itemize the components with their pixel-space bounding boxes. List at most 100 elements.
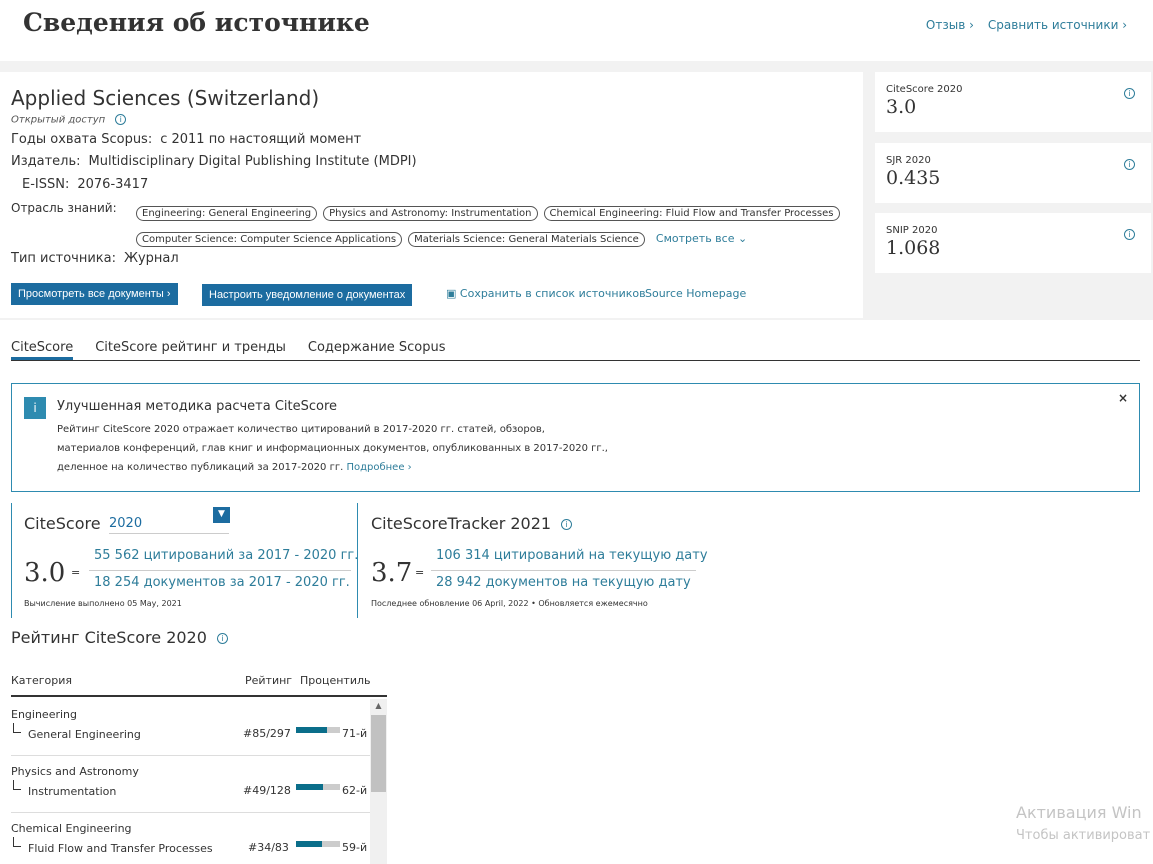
tab-citescore[interactable]: CiteScore bbox=[11, 340, 74, 360]
publisher-row: Издатель: Multidisciplinary Digital Publi… bbox=[11, 154, 417, 169]
tree-connector bbox=[13, 780, 21, 790]
subject-chip[interactable]: Physics and Astronomy: Instrumentation bbox=[323, 206, 538, 221]
table-row[interactable]: Engineering General Engineering #85/297 … bbox=[11, 699, 370, 756]
category-name: Physics and Astronomy bbox=[11, 765, 139, 778]
feedback-label: Отзыв bbox=[925, 18, 966, 32]
subject-chip[interactable]: Computer Science: Computer Science Appli… bbox=[136, 232, 403, 247]
citations-link[interactable]: 55 562 цитирований за 2017 - 2020 гг. bbox=[94, 548, 358, 563]
info-icon[interactable]: i bbox=[216, 633, 228, 644]
subject-area-label: Отрасль знаний: bbox=[11, 201, 117, 215]
notice-title: Улучшенная методика расчета CiteScore bbox=[57, 399, 338, 414]
tab-scopus-content[interactable]: Содержание Scopus bbox=[308, 340, 446, 360]
scroll-up-arrow-icon[interactable]: ▲ bbox=[370, 699, 387, 713]
source-type-label: Тип источника: bbox=[11, 251, 116, 266]
source-type-value: Журнал bbox=[123, 251, 179, 266]
rank-value: #85/297 bbox=[243, 727, 291, 740]
windows-activation-watermark: Активация Win bbox=[1016, 803, 1142, 822]
column-header-category: Категория bbox=[11, 674, 72, 687]
subject-chips-row-1: Engineering: General Engineering Physics … bbox=[136, 201, 846, 221]
category-name: Engineering bbox=[11, 708, 77, 721]
subject-chips-row-2: Computer Science: Computer Science Appli… bbox=[136, 227, 747, 247]
percentile-bar bbox=[296, 727, 340, 733]
equals-sign: = bbox=[415, 566, 425, 579]
info-icon[interactable]: i bbox=[1124, 229, 1135, 240]
tracker-documents-link[interactable]: 28 942 документов на текущую дату bbox=[436, 575, 691, 590]
rank-value: #49/128 bbox=[243, 784, 291, 797]
documents-link[interactable]: 18 254 документов за 2017 - 2020 гг. bbox=[94, 575, 350, 590]
save-list-label: Сохранить в список источников bbox=[459, 287, 646, 300]
save-to-source-list-link[interactable]: ▣ Сохранить в список источников bbox=[446, 287, 646, 300]
subcategory-name: Instrumentation bbox=[28, 785, 117, 798]
scrollbar[interactable]: ▲ bbox=[370, 699, 387, 864]
see-all-link[interactable]: Смотреть все ⌄ bbox=[656, 232, 747, 245]
citescore-tracker-box: CiteScoreTracker 2021 i 3.7 = 106 314 цит… bbox=[359, 503, 759, 618]
see-all-label: Смотреть все bbox=[655, 232, 735, 245]
scroll-thumb[interactable] bbox=[371, 715, 386, 792]
source-type-row: Тип источника: Журнал bbox=[11, 251, 179, 266]
notice-text: Рейтинг CiteScore 2020 отражает количест… bbox=[57, 424, 545, 435]
compare-label: Сравнить источники bbox=[987, 18, 1119, 32]
ranking-title-text: Рейтинг CiteScore 2020 bbox=[11, 628, 207, 647]
percentile-bar-fill bbox=[296, 841, 322, 847]
source-title: Applied Sciences (Switzerland) bbox=[11, 86, 320, 110]
coverage-value: с 2011 по настоящий момент bbox=[160, 132, 362, 147]
eissn-value: 2076-3417 bbox=[77, 177, 149, 192]
subcategory-name: General Engineering bbox=[28, 728, 141, 741]
compare-sources-link[interactable]: Сравнить источники › bbox=[988, 18, 1127, 32]
tab-bar: CiteScore CiteScore рейтинг и тренды Сод… bbox=[11, 340, 1140, 361]
read-more-label: Подробнее bbox=[346, 462, 405, 473]
feedback-link[interactable]: Отзыв › bbox=[926, 18, 974, 32]
table-row[interactable]: Chemical Engineering Fluid Flow and Tran… bbox=[11, 813, 370, 864]
info-icon[interactable]: i bbox=[561, 519, 573, 530]
metric-card-citescore: CiteScore 2020 3.0 i bbox=[875, 72, 1151, 132]
chevron-down-icon[interactable]: ▼ bbox=[213, 507, 230, 523]
notice-text: деленное на количество публикаций за 201… bbox=[57, 462, 412, 473]
notice-text: материалов конференций, глав книг и инфо… bbox=[57, 443, 608, 454]
tab-citescore-rank-trends[interactable]: CiteScore рейтинг и тренды bbox=[95, 340, 286, 360]
subcategory-name: Fluid Flow and Transfer Processes bbox=[28, 842, 213, 855]
read-more-link[interactable]: Подробнее › bbox=[346, 462, 411, 473]
eissn-row: E-ISSN: 2076-3417 bbox=[22, 177, 148, 192]
header-bar: Сведения об источнике Отзыв › Сравнить и… bbox=[0, 0, 1153, 61]
subject-chip[interactable]: Chemical Engineering: Fluid Flow and Tra… bbox=[543, 206, 840, 221]
source-homepage-link[interactable]: Source Homepage bbox=[645, 287, 746, 300]
ranking-rows: Engineering General Engineering #85/297 … bbox=[11, 699, 370, 864]
open-access-label: Открытый доступ i bbox=[11, 114, 127, 126]
source-info-panel: Applied Sciences (Switzerland) Открытый … bbox=[0, 72, 863, 318]
metric-value: 1.068 bbox=[886, 237, 941, 259]
tracker-title: CiteScoreTracker 2021 i bbox=[371, 514, 573, 533]
notice-text-line: деленное на количество публикаций за 201… bbox=[57, 462, 344, 473]
percentile-value: 62-й bbox=[342, 784, 368, 797]
percentile-value: 59-й bbox=[342, 841, 368, 854]
table-row[interactable]: Physics and Astronomy Instrumentation #4… bbox=[11, 756, 370, 813]
update-note: Последнее обновление 06 April, 2022 • Об… bbox=[371, 599, 648, 608]
info-icon[interactable]: i bbox=[115, 114, 127, 125]
main-content: CiteScore CiteScore рейтинг и тренды Сод… bbox=[0, 320, 1153, 864]
view-docs-label: Просмотреть все документы bbox=[18, 288, 164, 300]
info-icon[interactable]: i bbox=[1124, 159, 1135, 170]
info-icon[interactable]: i bbox=[1124, 88, 1135, 99]
tracker-citations-link[interactable]: 106 314 цитирований на текущую дату bbox=[436, 548, 708, 563]
view-all-documents-button[interactable]: Просмотреть все документы › bbox=[11, 283, 178, 305]
metric-label: SNIP 2020 bbox=[886, 225, 938, 236]
chevron-down-icon: ⌄ bbox=[737, 232, 748, 245]
metric-label: SJR 2020 bbox=[886, 155, 931, 166]
category-name: Chemical Engineering bbox=[11, 822, 132, 835]
close-icon[interactable]: × bbox=[1118, 391, 1128, 405]
set-document-alert-button[interactable]: Настроить уведомление о документах bbox=[202, 284, 413, 306]
metric-label: CiteScore 2020 bbox=[886, 84, 963, 95]
methodology-notice: i Улучшенная методика расчета CiteScore … bbox=[11, 383, 1140, 492]
metric-card-snip: SNIP 2020 1.068 i bbox=[875, 213, 1151, 273]
subject-chip[interactable]: Engineering: General Engineering bbox=[136, 206, 318, 221]
ranking-title: Рейтинг CiteScore 2020 i bbox=[11, 628, 228, 647]
publisher-value: Multidisciplinary Digital Publishing Ins… bbox=[88, 154, 417, 169]
tree-connector bbox=[13, 837, 21, 847]
subject-chip[interactable]: Materials Science: General Materials Sci… bbox=[408, 232, 645, 247]
percentile-bar-fill bbox=[296, 727, 328, 733]
citescore-box: CiteScore 2020 ▼ 3.0 = 55 562 цитировани… bbox=[11, 503, 358, 618]
metric-value: 3.0 bbox=[886, 96, 917, 118]
publisher-label: Издатель: bbox=[11, 154, 81, 169]
citescore-title: CiteScore bbox=[24, 514, 101, 533]
year-select[interactable]: 2020 bbox=[109, 514, 229, 534]
tracker-value: 3.7 bbox=[371, 558, 413, 588]
